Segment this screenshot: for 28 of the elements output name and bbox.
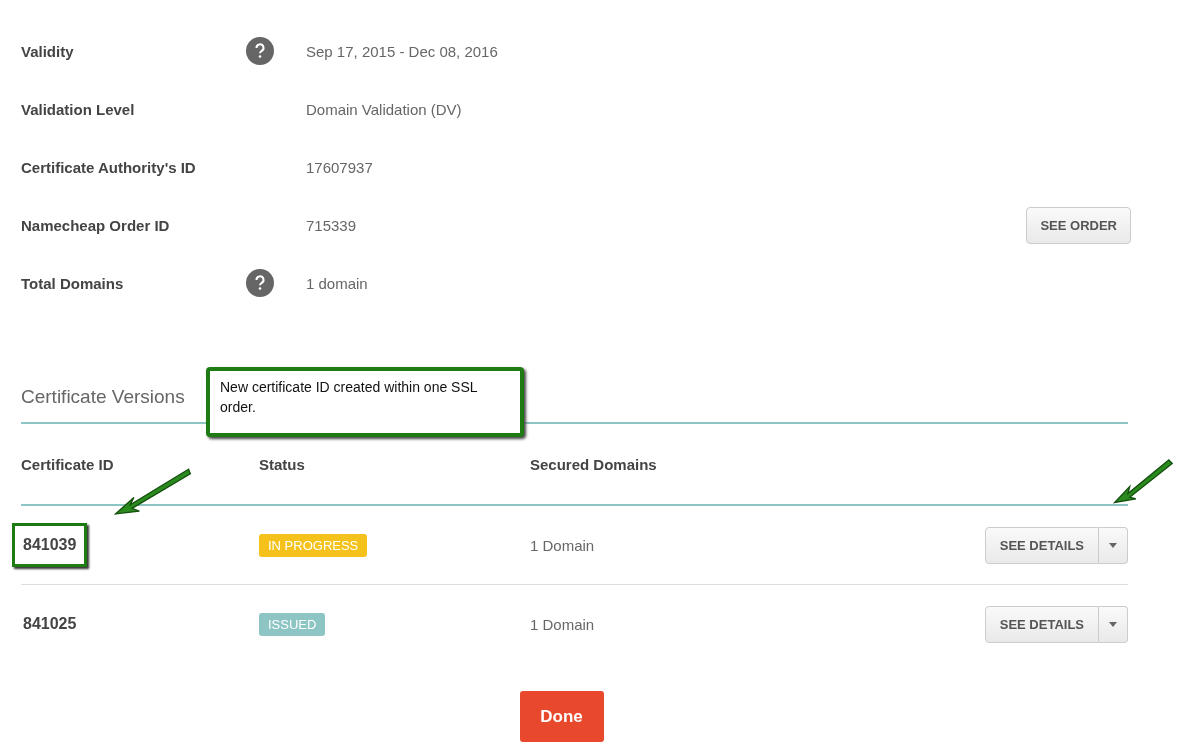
column-header: Secured Domains xyxy=(530,455,658,473)
column-header: Status xyxy=(259,455,306,473)
certificate-id: 841039 xyxy=(12,523,88,567)
column-header: Certificate ID xyxy=(21,455,115,473)
see-order-button[interactable]: SEE ORDER xyxy=(1026,206,1131,244)
field-value: 715339 xyxy=(306,216,358,234)
annotation-callout: New certificate ID created within one SSL order. xyxy=(206,367,524,437)
field-label: Validity xyxy=(21,42,75,60)
field-label: Total Domains xyxy=(21,274,125,292)
caret-icon xyxy=(1109,542,1117,548)
field-label: Certificate Authority's ID xyxy=(21,158,197,176)
done-button[interactable]: Done xyxy=(519,691,604,742)
field-label: Validation Level xyxy=(21,100,136,118)
status-badge: ISSUED xyxy=(259,613,326,636)
field-value: Domain Validation (DV) xyxy=(306,100,463,118)
caret-icon xyxy=(1109,621,1117,627)
help-icon[interactable] xyxy=(246,269,274,297)
see-details-button[interactable]: SEE DETAILS xyxy=(984,605,1099,643)
status-badge: IN PROGRESS xyxy=(259,534,368,557)
field-value: Sep 17, 2015 - Dec 08, 2016 xyxy=(306,42,499,60)
table-cell-text: 1 Domain xyxy=(530,615,596,633)
certificate-id: 841025 xyxy=(22,614,78,634)
see-details-button[interactable]: SEE DETAILS xyxy=(984,526,1099,564)
help-icon[interactable] xyxy=(246,37,274,65)
field-value: 1 domain xyxy=(306,274,369,292)
field-label: Namecheap Order ID xyxy=(21,216,171,234)
field-value: 17607937 xyxy=(306,158,374,176)
table-cell-text: 1 Domain xyxy=(530,536,596,554)
